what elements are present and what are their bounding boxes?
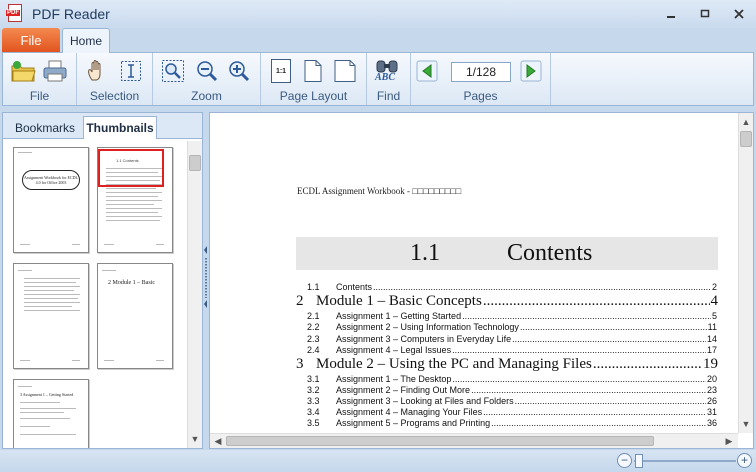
hand-icon: [88, 60, 101, 81]
document-scrollbar-thumb[interactable]: [740, 131, 752, 147]
contents-title: Contents: [507, 240, 593, 266]
fit-page-button[interactable]: [299, 57, 327, 85]
group-label-zoom: Zoom: [191, 89, 222, 103]
thumbnail-scrollbar-thumb[interactable]: [189, 155, 201, 171]
tab-home[interactable]: Home: [62, 28, 110, 53]
toc-entry-chapter[interactable]: 3 Module 2 – Using the PC and Managing Fi…: [296, 356, 718, 376]
page-thumbnail-1[interactable]: Assignment Workbook for ECDL 4.0 for Off…: [13, 147, 89, 253]
group-file: File: [3, 53, 77, 105]
title-bar: PDF PDF Reader: [0, 0, 756, 28]
next-page-button[interactable]: [519, 59, 543, 83]
thumbnail-selection-highlight: [98, 149, 164, 187]
zoom-in-button[interactable]: [225, 57, 253, 85]
previous-page-button[interactable]: [415, 59, 439, 83]
minimize-button[interactable]: [654, 4, 688, 24]
page-thumbnail-3[interactable]: [13, 263, 89, 369]
group-label-page-layout: Page Layout: [279, 89, 348, 103]
group-find: ABC Find: [367, 53, 411, 105]
page-thumbnail-4[interactable]: 2 Module 1 – Basic: [97, 263, 173, 369]
toc-entry[interactable]: 3.5Assignment 5 – Programs and Printing3…: [307, 418, 717, 430]
page-thumbnail-5[interactable]: 3 Assignment 1 – Getting Started: [13, 379, 89, 448]
page-header: ECDL Assignment Workbook - □□□□□□□□□: [297, 186, 462, 196]
restore-icon: [700, 9, 710, 18]
panel-tabs: Bookmarks Thumbnails: [3, 113, 202, 139]
zoom-slider-handle[interactable]: [635, 454, 643, 468]
pdf-app-icon: PDF: [6, 4, 24, 24]
horizontal-scrollbar-thumb[interactable]: [226, 436, 654, 446]
close-icon: [734, 9, 744, 19]
open-button[interactable]: [9, 57, 37, 85]
minimize-icon: [667, 16, 675, 18]
contents-number: 1.1: [410, 240, 440, 266]
fit-page-icon: [304, 60, 322, 82]
window-title: PDF Reader: [32, 6, 110, 22]
tab-bookmarks[interactable]: Bookmarks: [7, 116, 83, 139]
document-page: ECDL Assignment Workbook - □□□□□□□□□ 1.1…: [210, 113, 738, 433]
binoculars-icon: ABC: [373, 60, 401, 86]
zoom-out-icon: [197, 61, 218, 82]
scroll-right-arrow-icon[interactable]: ▶: [722, 434, 736, 448]
group-zoom: Zoom: [153, 53, 261, 105]
printer-icon: [43, 60, 67, 82]
group-selection: Selection: [77, 53, 153, 105]
zoom-in-icon: [229, 61, 250, 82]
document-view: ECDL Assignment Workbook - □□□□□□□□□ 1.1…: [209, 112, 754, 449]
thumbnail-list: Assignment Workbook for ECDL 4.0 for Off…: [3, 141, 187, 448]
tab-file[interactable]: File: [2, 28, 60, 52]
ribbon-tab-row: File Home: [0, 28, 756, 53]
hand-tool-button[interactable]: [83, 57, 111, 85]
previous-page-icon: [416, 60, 438, 82]
zoom-area-icon: [162, 60, 184, 82]
group-label-pages: Pages: [463, 89, 498, 103]
text-select-icon: [121, 61, 141, 81]
group-page-layout: 1:1 Page Layout: [261, 53, 367, 105]
zoom-in-small-button[interactable]: +: [737, 453, 752, 468]
fit-width-button[interactable]: [331, 57, 359, 85]
contents-heading: 1.1 Contents: [296, 237, 718, 270]
next-page-icon: [520, 60, 542, 82]
text-select-button[interactable]: [117, 57, 145, 85]
zoom-out-small-button[interactable]: −: [617, 453, 632, 468]
navigation-panel: Bookmarks Thumbnails Assignment Workbook…: [2, 112, 203, 449]
group-label-find: Find: [376, 89, 401, 103]
scroll-down-arrow-icon[interactable]: ▼: [739, 417, 753, 431]
document-vertical-scrollbar[interactable]: ▲ ▼: [738, 113, 753, 433]
thumbnail-scrollbar[interactable]: ▼: [187, 141, 202, 448]
fit-width-icon: [334, 60, 356, 82]
tab-thumbnails[interactable]: Thumbnails: [83, 116, 157, 139]
find-button[interactable]: ABC: [373, 59, 401, 87]
ribbon: File Selection Zoom 1:1 Page Layout ABC …: [2, 52, 754, 106]
zoom-area-button[interactable]: [159, 57, 187, 85]
toc-entry[interactable]: 2.2 Assignment 2 – Using Information Tech…: [307, 322, 717, 334]
actual-size-icon: 1:1: [271, 59, 291, 83]
close-button[interactable]: [722, 4, 756, 24]
group-pages: 1/128 Pages: [411, 53, 551, 105]
actual-size-button[interactable]: 1:1: [267, 57, 295, 85]
group-label-selection: Selection: [89, 89, 140, 103]
scroll-down-arrow-icon[interactable]: ▼: [188, 432, 202, 446]
maximize-button[interactable]: [688, 4, 722, 24]
document-horizontal-scrollbar[interactable]: ◀ ▶: [210, 433, 738, 448]
print-button[interactable]: [41, 57, 69, 85]
window-controls: [654, 4, 756, 24]
page-number-input[interactable]: 1/128: [451, 62, 511, 82]
toc-entry-chapter[interactable]: 2Module 1 – Basic Concepts4: [296, 293, 718, 313]
scroll-up-arrow-icon[interactable]: ▲: [739, 115, 753, 129]
zoom-out-button[interactable]: [193, 57, 221, 85]
scroll-left-arrow-icon[interactable]: ◀: [211, 434, 225, 448]
status-bar: − +: [0, 450, 756, 472]
open-folder-icon: [11, 61, 36, 82]
zoom-slider-track[interactable]: [634, 460, 736, 462]
group-label-file: File: [29, 89, 50, 103]
